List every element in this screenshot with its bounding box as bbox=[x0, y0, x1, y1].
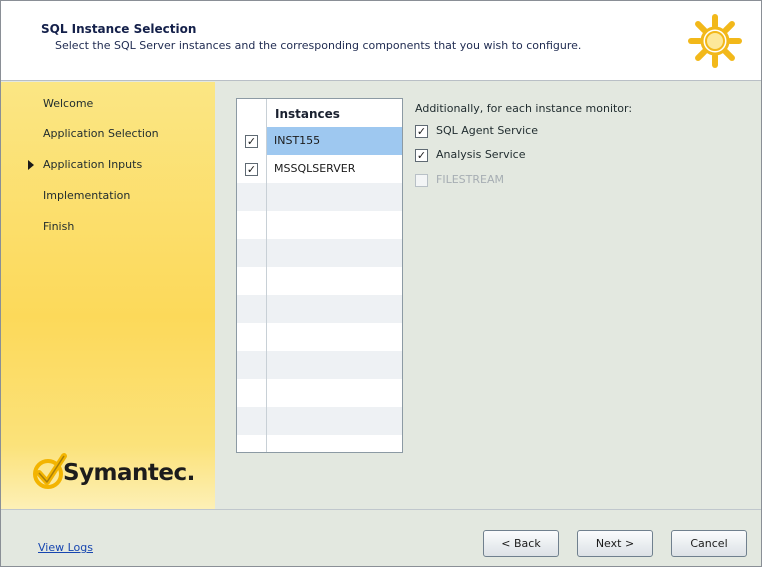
empty-row bbox=[237, 211, 402, 239]
sidebar-item-application-selection: Application Selection bbox=[43, 127, 159, 140]
sql-agent-checkbox[interactable]: ✓ bbox=[415, 125, 428, 138]
option-label: SQL Agent Service bbox=[436, 124, 538, 137]
logo-text: Symantec. bbox=[63, 460, 195, 486]
content-panel: Instances ✓ INST155 ✓ MSSQLSERVER Additi… bbox=[215, 82, 761, 509]
option-label: FILESTREAM bbox=[436, 173, 504, 186]
table-row[interactable]: ✓ INST155 bbox=[237, 127, 402, 155]
option-analysis-service[interactable]: ✓ Analysis Service bbox=[415, 148, 615, 164]
installer-window: SQL Instance Selection Select the SQL Se… bbox=[0, 0, 762, 567]
view-logs-link[interactable]: View Logs bbox=[38, 541, 93, 554]
sidebar-item-implementation: Implementation bbox=[43, 189, 131, 202]
monitor-title: Additionally, for each instance monitor: bbox=[415, 102, 633, 115]
instance-name: MSSQLSERVER bbox=[274, 162, 356, 175]
instance-checkbox-mssqlserver[interactable]: ✓ bbox=[245, 163, 258, 176]
empty-row bbox=[237, 407, 402, 435]
check-mark-icon bbox=[33, 453, 67, 489]
instances-column-header: Instances bbox=[275, 107, 340, 121]
empty-row bbox=[237, 239, 402, 267]
analysis-service-checkbox[interactable]: ✓ bbox=[415, 149, 428, 162]
instance-checkbox-inst155[interactable]: ✓ bbox=[245, 135, 258, 148]
empty-row bbox=[237, 323, 402, 351]
sidebar-item-finish: Finish bbox=[43, 220, 75, 233]
empty-row bbox=[237, 379, 402, 407]
option-filestream: FILESTREAM bbox=[415, 173, 615, 189]
empty-row bbox=[237, 267, 402, 295]
empty-row bbox=[237, 351, 402, 379]
arrow-right-icon bbox=[28, 160, 34, 170]
step-sidebar: Welcome Application Selection Applicatio… bbox=[1, 82, 215, 509]
page-subtitle: Select the SQL Server instances and the … bbox=[55, 39, 582, 52]
table-row[interactable]: ✓ MSSQLSERVER bbox=[237, 155, 402, 183]
page-title: SQL Instance Selection bbox=[41, 22, 197, 36]
sidebar-item-welcome: Welcome bbox=[43, 97, 94, 110]
wizard-footer: View Logs < Back Next > Cancel bbox=[1, 509, 761, 566]
empty-row bbox=[237, 295, 402, 323]
column-divider bbox=[266, 99, 267, 452]
instances-table: Instances ✓ INST155 ✓ MSSQLSERVER bbox=[236, 98, 403, 453]
symantec-logo: Symantec. bbox=[31, 452, 201, 496]
sidebar-item-application-inputs: Application Inputs bbox=[43, 158, 143, 171]
filestream-checkbox bbox=[415, 174, 428, 187]
option-label: Analysis Service bbox=[436, 148, 526, 161]
empty-row bbox=[237, 183, 402, 211]
empty-row bbox=[237, 435, 402, 452]
back-button[interactable]: < Back bbox=[483, 530, 559, 557]
wizard-header: SQL Instance Selection Select the SQL Se… bbox=[1, 1, 761, 81]
gear-icon bbox=[688, 14, 742, 68]
option-sql-agent-service[interactable]: ✓ SQL Agent Service bbox=[415, 124, 615, 140]
next-button[interactable]: Next > bbox=[577, 530, 653, 557]
cancel-button[interactable]: Cancel bbox=[671, 530, 747, 557]
instance-name: INST155 bbox=[267, 127, 402, 155]
